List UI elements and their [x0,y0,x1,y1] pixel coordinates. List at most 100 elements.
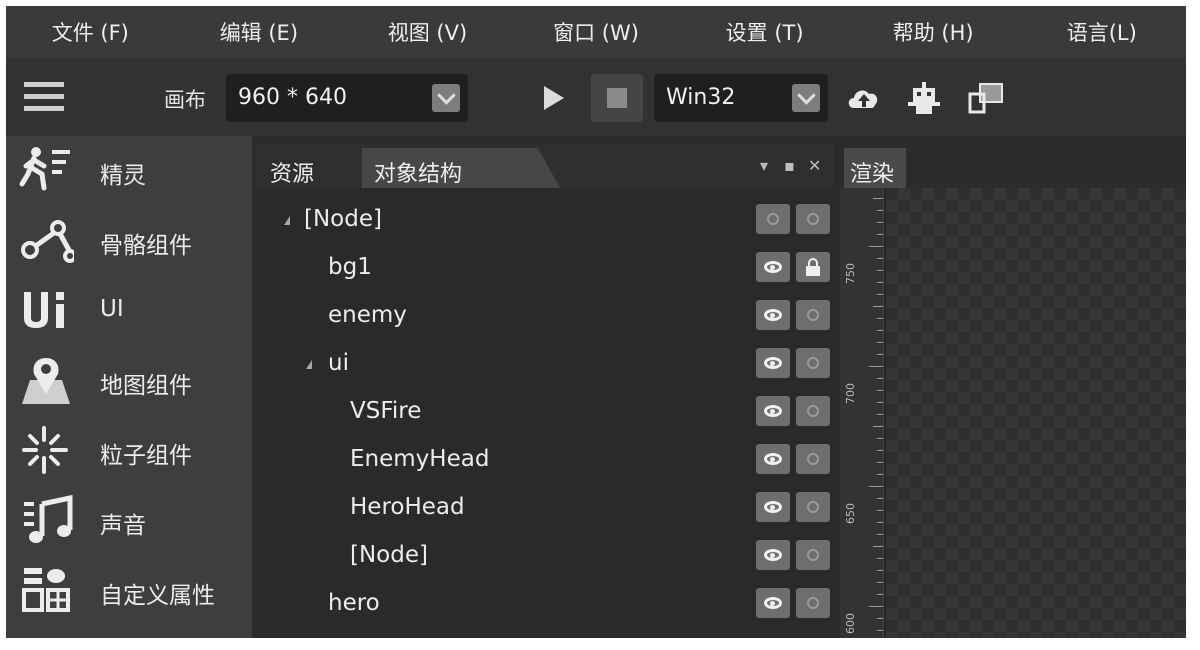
tree-row[interactable]: [Node] [256,532,834,580]
sidebar-item-skeleton[interactable]: 骨骼组件 [6,206,252,276]
lock-toggle[interactable] [796,588,830,618]
visibility-toggle[interactable] [756,204,790,234]
visibility-toggle[interactable] [756,540,790,570]
toolbar: 画布 960 * 640 Win32 [6,58,1186,136]
tree-row[interactable]: hero [256,580,834,628]
window-preview-icon[interactable] [966,80,1006,116]
circle-icon [807,501,819,513]
tab-render[interactable]: 渲染 [844,148,906,188]
map-pin-icon [22,358,70,404]
circle-icon [807,453,819,465]
play-icon[interactable] [544,86,564,110]
visibility-toggle[interactable] [756,396,790,426]
menu-edit[interactable]: 编辑 (E) [175,17,344,47]
lock-toggle[interactable] [796,444,830,474]
panel-tab-bar: 资源 对象结构 ▾ ▪ ✕ [256,144,834,188]
platform-value: Win32 [666,85,736,110]
circle-icon [767,213,779,225]
sidebar-item-particle[interactable]: 粒子组件 [6,416,252,486]
sidebar-item-label: 地图组件 [100,373,192,399]
sidebar-item-label: 自定义属性 [100,583,215,609]
cloud-upload-icon[interactable] [844,80,884,116]
lock-toggle[interactable] [796,204,830,234]
tab-resources[interactable]: 资源 [270,148,358,188]
hamburger-menu-icon[interactable] [24,82,64,112]
tree-node-label: enemy [328,302,407,328]
stop-button[interactable] [591,74,643,122]
ruler-label: 600 [844,613,857,634]
visibility-toggle[interactable] [756,252,790,282]
tree-row[interactable]: enemy [256,292,834,340]
tree-row[interactable]: HeroHead [256,484,834,532]
circle-icon [807,597,819,609]
sidebar-item-ui[interactable]: UI [6,276,252,346]
circle-icon [807,309,819,321]
lock-toggle[interactable] [796,396,830,426]
sidebar-item-label: UI [100,296,124,322]
circle-icon [807,213,819,225]
visibility-toggle[interactable] [756,588,790,618]
chevron-down-icon[interactable] [432,84,460,112]
custom-property-icon [22,568,70,612]
lock-toggle[interactable] [796,300,830,330]
platform-select[interactable]: Win32 [654,74,828,122]
eye-icon [764,549,782,561]
sidebar-item-sprite[interactable]: 精灵 [6,136,252,206]
menu-window[interactable]: 窗口 (W) [512,17,681,47]
skeleton-bone-icon [21,220,74,263]
tree-row[interactable]: VSFire [256,388,834,436]
render-canvas[interactable] [886,188,1186,638]
tree-node-label: ui [328,350,349,376]
lock-toggle[interactable] [796,252,830,282]
music-note-icon [24,494,73,543]
sidebar-item-sound[interactable]: 声音 [6,486,252,556]
tree-row[interactable]: ui [256,340,834,388]
robot-icon[interactable] [904,80,944,116]
eye-icon [764,453,782,465]
visibility-toggle[interactable] [756,348,790,378]
menu-help[interactable]: 帮助 (H) [849,17,1018,47]
ui-icon [24,292,64,328]
eye-icon [764,405,782,417]
sprite-runner-icon [19,147,70,191]
tree-node-label: [Node] [304,206,382,232]
tree-row[interactable]: [Node] [256,196,834,244]
canvas-size-label: 画布 [164,88,206,112]
canvas-size-select[interactable]: 960 * 640 [226,74,468,122]
menu-file[interactable]: 文件 (F) [6,17,175,47]
object-structure-panel: 资源 对象结构 ▾ ▪ ✕ [Node] bg1 enemy ui VSFire… [256,144,834,638]
menu-settings[interactable]: 设置 (T) [680,17,849,47]
tab-object-structure[interactable]: 对象结构 [362,148,560,188]
close-icon[interactable]: ✕ [808,156,821,175]
tree-node-label: EnemyHead [350,446,490,472]
eye-icon [764,597,782,609]
menu-view[interactable]: 视图 (V) [343,17,512,47]
visibility-toggle[interactable] [756,300,790,330]
menu-language[interactable]: 语言(L) [1017,17,1186,47]
expand-arrow-icon[interactable] [284,216,290,225]
lock-toggle[interactable] [796,540,830,570]
editor-window: 文件 (F) 编辑 (E) 视图 (V) 窗口 (W) 设置 (T) 帮助 (H… [6,6,1186,638]
chevron-down-icon[interactable] [792,84,820,112]
eye-icon [764,357,782,369]
canvas-size-value: 960 * 640 [238,85,347,110]
lock-toggle[interactable] [796,348,830,378]
visibility-toggle[interactable] [756,444,790,474]
eye-icon [764,261,782,273]
ruler-label: 650 [844,503,857,524]
expand-arrow-icon[interactable] [306,360,312,369]
panel-dropdown-icon[interactable]: ▾ [760,156,768,175]
ruler-label: 750 [844,263,857,284]
tree-row[interactable]: bg1 [256,244,834,292]
tree-row[interactable]: EnemyHead [256,436,834,484]
circle-icon [807,549,819,561]
sidebar-item-custom-property[interactable]: 自定义属性 [6,556,252,626]
sidebar-item-label: 声音 [100,513,146,539]
visibility-toggle[interactable] [756,492,790,522]
lock-toggle[interactable] [796,492,830,522]
pin-icon[interactable]: ▪ [784,156,795,175]
sidebar-item-map[interactable]: 地图组件 [6,346,252,416]
tree-node-label: VSFire [350,398,422,424]
eye-icon [764,309,782,321]
tree-node-label: [Node] [350,542,428,568]
